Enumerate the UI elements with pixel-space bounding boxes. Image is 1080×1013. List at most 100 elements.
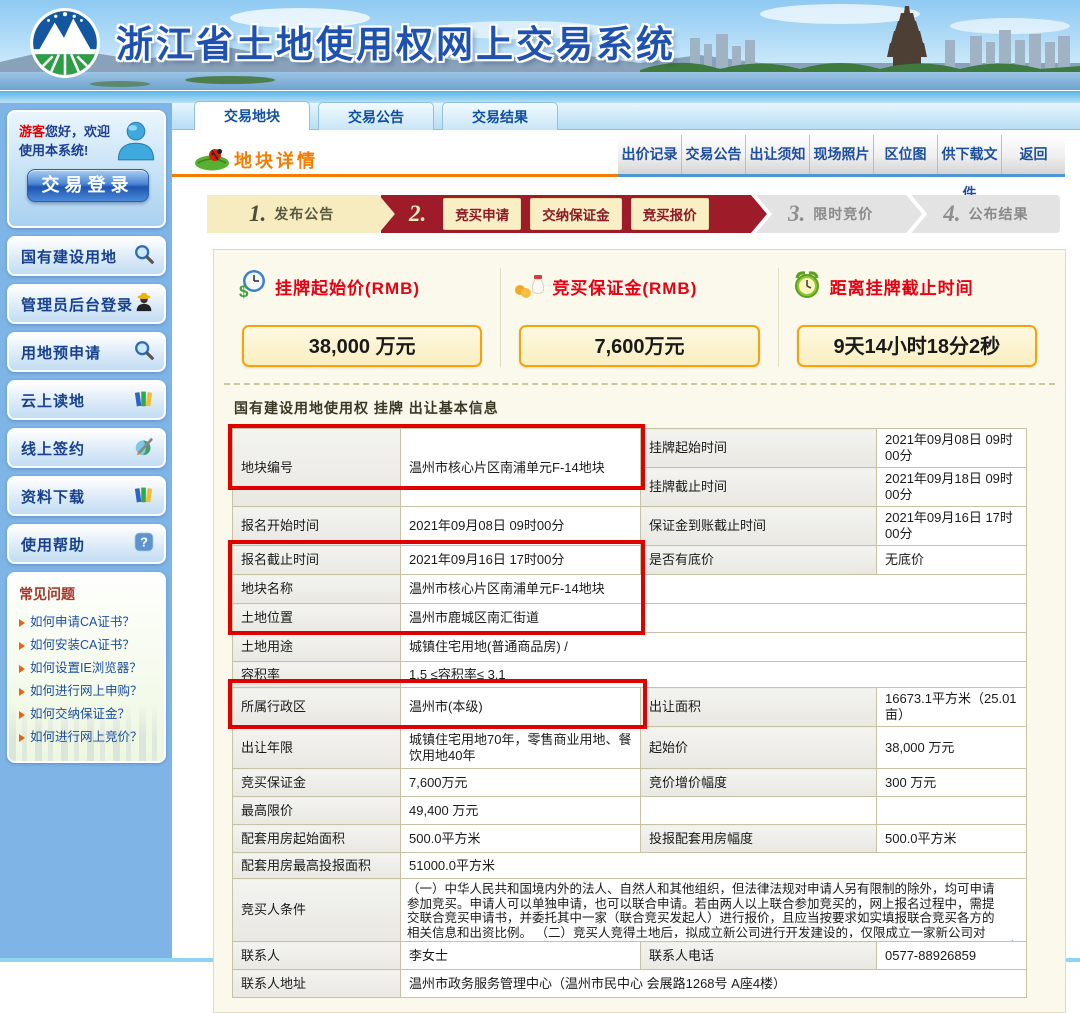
empty-cell xyxy=(877,797,1027,825)
listing-start-price-value: 38,000 万元 xyxy=(242,325,482,367)
field-label: 联系人 xyxy=(233,942,401,970)
welcome-text: 游客您好，欢迎使用本系统! xyxy=(19,122,111,160)
bid-deposit-value: 7,600万元 xyxy=(519,325,759,367)
subnav-site-photos-button[interactable]: 现场照片 xyxy=(809,135,873,174)
step-2-current-stage: 2. 竞买申请 交纳保证金 竞买报价 xyxy=(381,195,767,233)
main-content: 交易地块 交易公告 交易结果 地块详情 出价 xyxy=(172,103,1080,958)
listing-start-price-icon: $ xyxy=(236,268,275,305)
sidebar: 游客您好，欢迎使用本系统! 交易登录 国有建设用地 管理员后台登录 用地预申请 … xyxy=(0,103,172,958)
field-value: 500.0平方米 xyxy=(877,825,1027,853)
field-value: 2021年09月18日 09时00分 xyxy=(877,468,1027,507)
listing-start-price-block: $ 挂牌起始价(RMB) 38,000 万元 xyxy=(224,268,500,367)
bullet-arrow-icon xyxy=(19,711,25,719)
faq-link-pay-deposit[interactable]: 如何交纳保证金？ xyxy=(19,703,156,726)
sidebar-item-downloads[interactable]: 资料下载 xyxy=(7,476,166,516)
field-label: 是否有底价 xyxy=(641,546,877,575)
subnav-back-button[interactable]: 返回 xyxy=(1001,135,1065,174)
countdown-value: 9天14小时18分2秒 xyxy=(797,325,1037,367)
sidebar-item-help[interactable]: 使用帮助 ? xyxy=(7,524,166,564)
bid-deposit-block: 竞买保证金(RMB) 7,600万元 xyxy=(500,268,777,367)
field-label: 所属行政区 xyxy=(233,688,401,727)
field-value: 38,000 万元 xyxy=(877,727,1027,769)
tab-trade-parcels[interactable]: 交易地块 xyxy=(194,101,310,130)
sidebar-item-state-owned-land[interactable]: 国有建设用地 xyxy=(7,236,166,276)
faq-box: 常见问题 如何申请CA证书？ 如何安装CA证书？ 如何设置IE浏览器？ 如何进行… xyxy=(7,572,166,763)
field-label: 挂牌截止时间 xyxy=(641,468,877,507)
countdown-label: 距离挂牌截止时间 xyxy=(830,274,974,299)
books-icon xyxy=(133,483,155,510)
bullet-arrow-icon xyxy=(19,665,25,673)
site-logo-icon xyxy=(28,6,102,80)
faq-link-ie-settings[interactable]: 如何设置IE浏览器？ xyxy=(19,657,156,680)
parcel-detail-panel: $ 挂牌起始价(RMB) 38,000 万元 竞买保证金(RMB) 7,600万… xyxy=(213,249,1066,1013)
field-label: 竞价增价幅度 xyxy=(641,769,877,797)
faq-link-apply-ca[interactable]: 如何申请CA证书？ xyxy=(19,611,156,634)
field-label: 地块编号 xyxy=(233,429,401,507)
subnav-bid-records-button[interactable]: 出价记录 xyxy=(618,135,681,174)
detail-header: 地块详情 出价记录 交易公告 出让须知 现场照片 区位图 供下载文件 返回 xyxy=(172,135,1080,177)
top-tab-bar: 交易地块 交易公告 交易结果 xyxy=(172,103,1080,130)
faq-link-install-ca[interactable]: 如何安装CA证书？ xyxy=(19,634,156,657)
sidebar-item-online-signing[interactable]: 线上签约 xyxy=(7,428,166,468)
bullet-arrow-icon xyxy=(19,642,25,650)
field-value: 温州市核心片区南浦单元F-14地块 xyxy=(401,429,641,507)
field-label: 出让年限 xyxy=(233,727,401,769)
empty-cell xyxy=(641,797,877,825)
bid-application-button[interactable]: 竞买申请 xyxy=(443,198,521,230)
field-label: 最高限价 xyxy=(233,797,401,825)
field-value: 51000.0平方米 xyxy=(401,853,1027,879)
field-label: 起始价 xyxy=(641,727,877,769)
bid-deposit-icon xyxy=(513,268,552,305)
field-value: 1.5 ≤容积率≤ 3.1 xyxy=(401,662,1027,688)
login-button[interactable]: 交易登录 xyxy=(27,169,149,202)
field-value: 城镇住宅用地70年，零售商业用地、餐饮用地40年 xyxy=(401,727,641,769)
field-label: 联系人地址 xyxy=(233,970,401,998)
field-label: 报名截止时间 xyxy=(233,546,401,575)
sidebar-item-cloud-land-reading[interactable]: 云上读地 xyxy=(7,380,166,420)
land-info-table-wrap: 地块编号 温州市核心片区南浦单元F-14地块 挂牌起始时间 2021年09月08… xyxy=(232,428,1028,998)
svg-text:?: ? xyxy=(140,534,148,549)
bid-offer-button[interactable]: 竞买报价 xyxy=(631,198,709,230)
field-value: 无底价 xyxy=(877,546,1027,575)
pay-deposit-button[interactable]: 交纳保证金 xyxy=(530,198,622,230)
field-label: 土地位置 xyxy=(233,604,401,633)
bidder-conditions-cell: （一）中华人民共和国境内外的法人、自然人和其他组织，但法律法规对申请人另有限制的… xyxy=(401,879,1027,942)
field-value: 李女士 xyxy=(401,942,641,970)
countdown-clock-icon xyxy=(791,268,830,305)
subnav-download-files-button[interactable]: 供下载文件 xyxy=(937,135,1001,174)
field-value: 温州市核心片区南浦单元F-14地块 xyxy=(401,575,1027,604)
page-title: 地块详情 xyxy=(234,147,318,173)
faq-title: 常见问题 xyxy=(19,584,156,604)
user-welcome-box: 游客您好，欢迎使用本系统! 交易登录 xyxy=(7,110,166,228)
field-label: 容积率 xyxy=(233,662,401,688)
field-label: 地块名称 xyxy=(233,575,401,604)
faq-link-online-bidding[interactable]: 如何进行网上竞价？ xyxy=(19,726,156,749)
field-label: 联系人电话 xyxy=(641,942,877,970)
field-label: 投报配套用房幅度 xyxy=(641,825,877,853)
listing-start-price-label: 挂牌起始价(RMB) xyxy=(275,274,420,299)
sidebar-item-land-pre-application[interactable]: 用地预申请 xyxy=(7,332,166,372)
subnav-bar: 出价记录 交易公告 出让须知 现场照片 区位图 供下载文件 返回 xyxy=(618,135,1065,177)
faq-link-online-purchase[interactable]: 如何进行网上申购？ xyxy=(19,680,156,703)
field-value: 温州市(本级) xyxy=(401,688,641,727)
subnav-location-map-button[interactable]: 区位图 xyxy=(873,135,937,174)
header-banner: 浙江省土地使用权网上交易系统 xyxy=(0,0,1080,90)
bidder-conditions-text: （一）中华人民共和国境内外的法人、自然人和其他组织，但法律法规对申请人另有限制的… xyxy=(407,882,1020,938)
books-icon xyxy=(133,387,155,414)
field-value: 2021年09月08日 09时00分 xyxy=(401,507,641,546)
tab-trade-announcements[interactable]: 交易公告 xyxy=(318,102,434,130)
tab-trade-results[interactable]: 交易结果 xyxy=(442,102,558,130)
subnav-trade-announcement-button[interactable]: 交易公告 xyxy=(681,135,745,174)
field-value: 500.0平方米 xyxy=(401,825,641,853)
field-value: 城镇住宅用地(普通商品房) / xyxy=(401,633,1027,662)
help-icon: ? xyxy=(133,531,155,558)
field-value: 300 万元 xyxy=(877,769,1027,797)
subnav-transfer-notice-button[interactable]: 出让须知 xyxy=(745,135,809,174)
svg-text:$: $ xyxy=(239,282,249,300)
field-label: 出让面积 xyxy=(641,688,877,727)
field-value: 2021年09月16日 17时00分 xyxy=(401,546,641,575)
field-label: 配套用房起始面积 xyxy=(233,825,401,853)
sidebar-item-admin-login[interactable]: 管理员后台登录 xyxy=(7,284,166,324)
field-value: 温州市政务服务管理中心（温州市民中心 会展路1268号 A座4楼） xyxy=(401,970,1027,998)
field-label: 保证金到账截止时间 xyxy=(641,507,877,546)
